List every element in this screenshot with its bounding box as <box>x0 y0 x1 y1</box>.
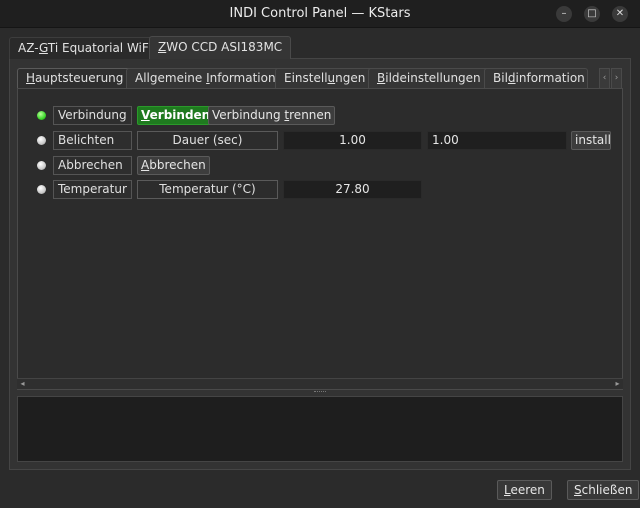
property-label-temperatur: Temperatur <box>53 180 132 199</box>
horizontal-scrollbar[interactable]: ◂ ▸ <box>17 378 623 389</box>
button-label-part: Verbindung <box>212 108 285 122</box>
tab-label-mnemonic: B <box>377 71 386 85</box>
close-button[interactable]: Schließen <box>567 480 640 500</box>
exposure-input-field[interactable]: 1.00 <box>427 131 567 150</box>
property-label-belichten: Belichten <box>53 131 132 150</box>
tab-bildinformation[interactable]: Bildinformation <box>484 68 588 89</box>
tab-label-part: Einstell <box>284 71 328 85</box>
tab-bildeinstellungen[interactable]: Bildeinstellungen <box>368 68 490 89</box>
splitter-handle[interactable] <box>17 390 623 395</box>
button-label-part: bbrechen <box>149 158 206 172</box>
tab-device-az-gti[interactable]: AZ-GTi Equatorial WiFi <box>9 37 161 59</box>
temperature-current-value: 27.80 <box>283 180 422 199</box>
element-label-temperatur: Temperatur (°C) <box>137 180 278 199</box>
button-label-part: eeren <box>510 483 545 497</box>
exposure-current-value: 1.00 <box>283 131 422 150</box>
tab-label-part: ildeinstellungen <box>385 71 481 85</box>
tab-label-mnemonic: d <box>507 71 516 85</box>
exposure-set-button[interactable]: installe <box>571 131 611 150</box>
clear-button[interactable]: Leeren <box>497 480 552 500</box>
property-label-abbrechen: Abbrechen <box>53 156 132 175</box>
scroll-left-icon[interactable]: ◂ <box>17 379 28 389</box>
tab-allgemeine-information[interactable]: Allgemeine Information <box>126 68 285 89</box>
tab-label-part: Allgemeine <box>135 71 207 85</box>
tab-label-mnemonic: G <box>39 41 48 55</box>
status-led-icon <box>37 136 46 145</box>
window-title: INDI Control Panel — KStars <box>229 6 411 21</box>
status-led-icon <box>37 161 46 170</box>
maximize-icon[interactable]: □ <box>584 6 600 22</box>
button-label-part: erbinden <box>149 108 211 122</box>
button-label-mnemonic: V <box>141 108 150 122</box>
close-icon[interactable]: ✕ <box>612 6 628 22</box>
grip-icon <box>314 391 326 393</box>
button-label-part: rennen <box>289 108 332 122</box>
disconnect-button[interactable]: Verbindung trennen <box>208 106 336 125</box>
tab-label-part: nformation <box>209 71 276 85</box>
tab-label-part: information <box>515 71 585 85</box>
property-label-verbindung: Verbindung <box>53 106 132 125</box>
tab-label-part: AZ- <box>18 41 39 55</box>
tab-label-mnemonic: u <box>327 71 336 85</box>
tab-label-part: WO CCD ASI183MC <box>166 40 283 54</box>
tab-label-part: auptsteuerung <box>35 71 124 85</box>
chevron-left-icon[interactable]: ‹ <box>599 68 610 89</box>
message-log[interactable] <box>17 396 623 462</box>
connect-button[interactable]: Verbinden <box>137 106 215 125</box>
tab-label-part: ngen <box>335 71 366 85</box>
tab-device-zwo-ccd[interactable]: ZWO CCD ASI183MC <box>149 36 292 59</box>
button-label-part: chließen <box>581 483 633 497</box>
button-label-mnemonic: A <box>141 158 150 172</box>
minimize-icon[interactable]: – <box>556 6 572 22</box>
tab-label-mnemonic: H <box>26 71 36 85</box>
tab-einstellungen[interactable]: Einstellungen <box>275 68 375 89</box>
tab-label-part: Ti Equatorial WiFi <box>47 41 152 55</box>
chevron-right-icon[interactable]: › <box>611 68 622 89</box>
tab-label-part: Bil <box>493 71 508 85</box>
scroll-right-icon[interactable]: ▸ <box>612 379 623 389</box>
status-led-icon <box>37 185 46 194</box>
status-led-icon <box>37 111 46 120</box>
tab-hauptsteuerung[interactable]: Hauptsteuerung <box>17 68 133 89</box>
abort-button[interactable]: Abbrechen <box>137 156 210 175</box>
tab-label-mnemonic: Z <box>158 40 167 54</box>
element-label-dauer: Dauer (sec) <box>137 131 278 150</box>
button-label-mnemonic: S <box>574 483 582 497</box>
window-titlebar: INDI Control Panel — KStars – □ ✕ <box>0 0 640 28</box>
